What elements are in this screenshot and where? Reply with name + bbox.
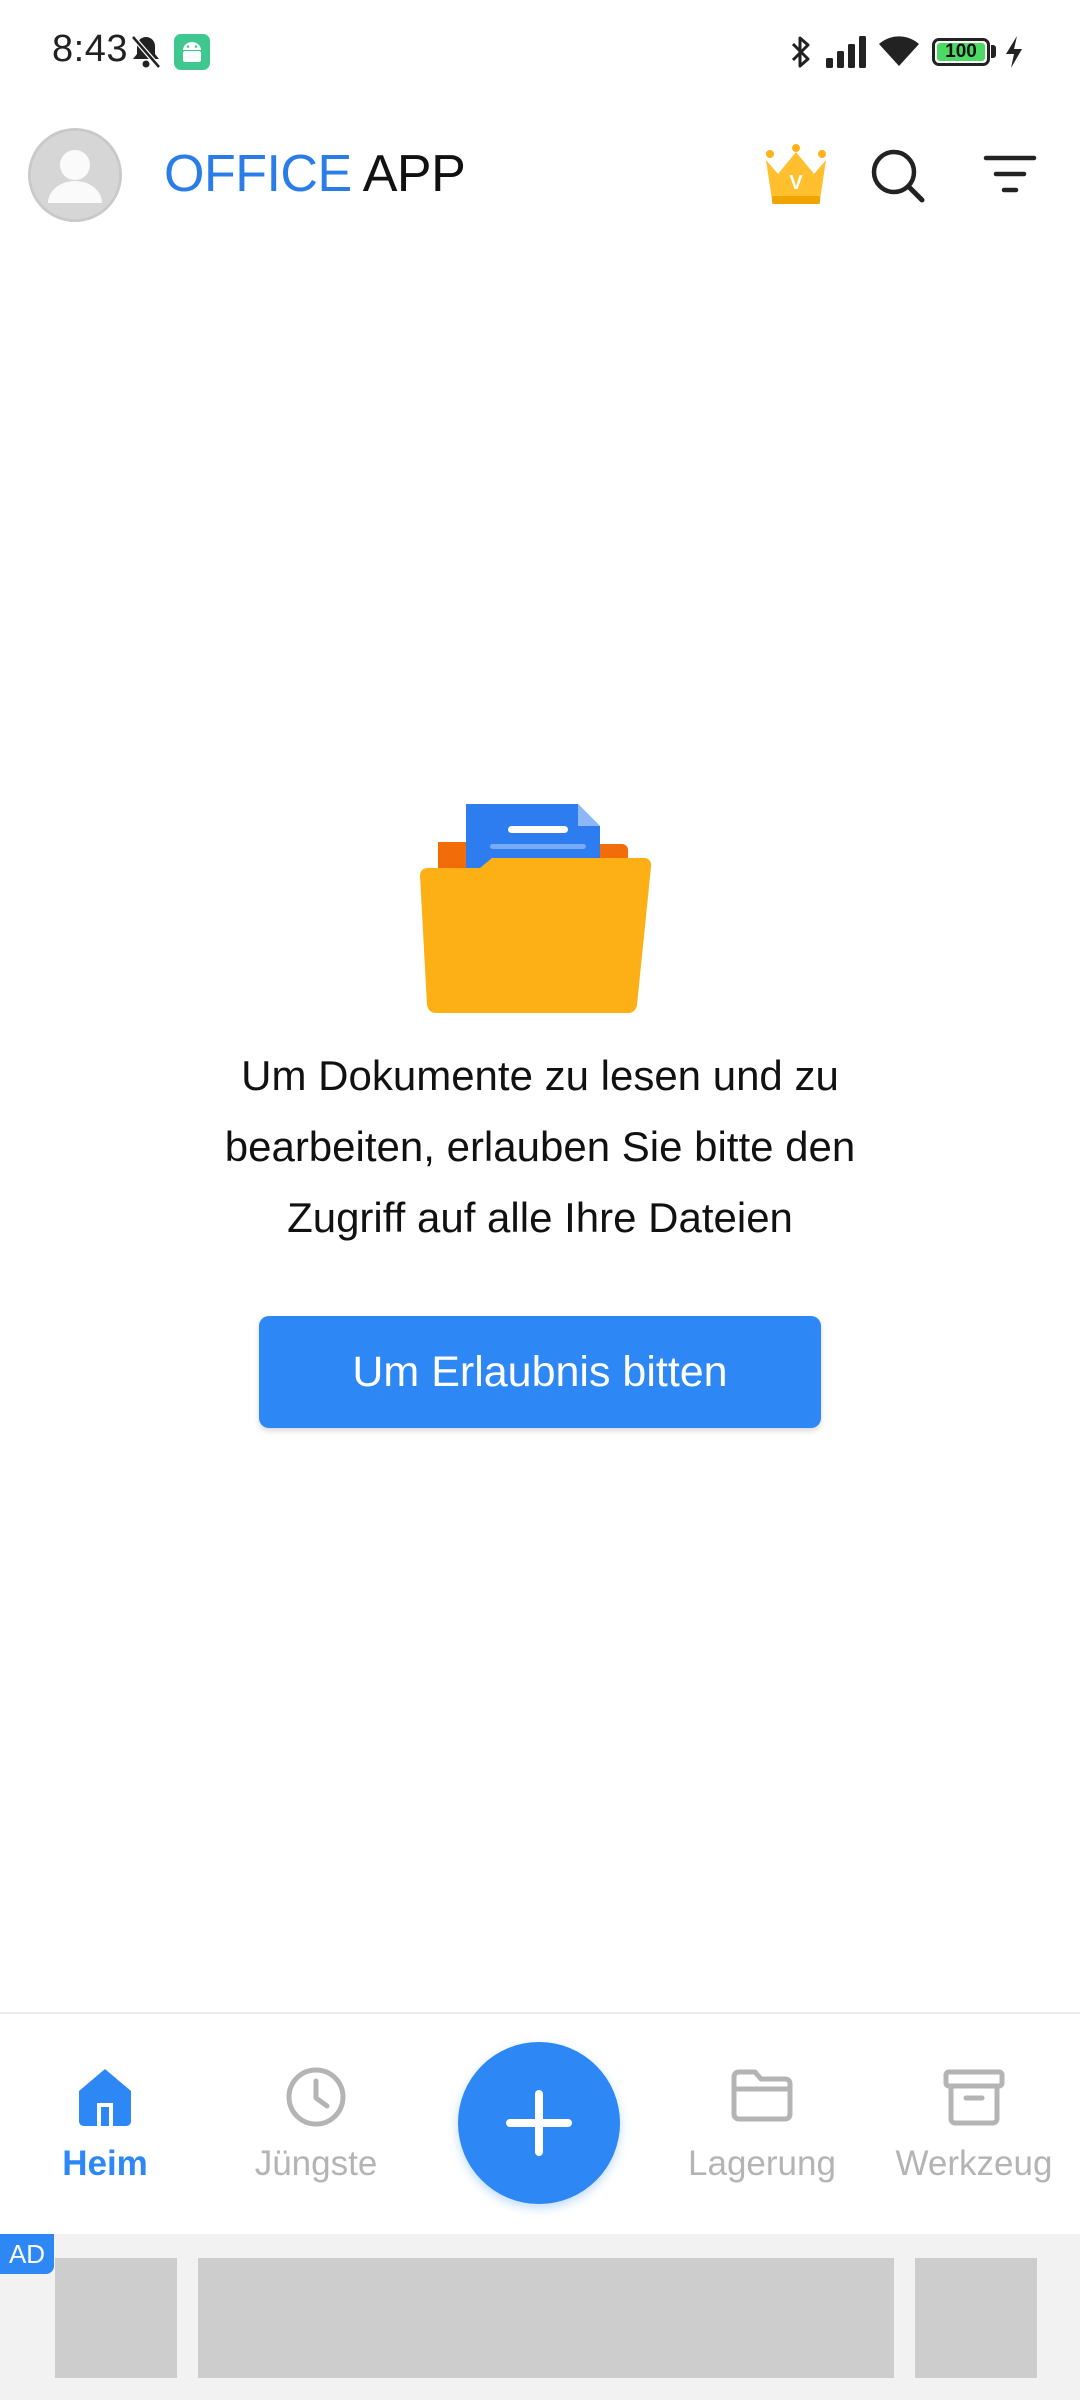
battery-level: 100 [937,41,985,62]
app-header: OFFICE APP V [0,104,1080,244]
permission-message-line-3: Zugriff auf alle Ihre Dateien [287,1194,793,1241]
filter-icon[interactable] [982,150,1038,200]
bell-muted-icon [131,35,161,69]
home-icon [79,2069,131,2126]
permission-message: Um Dokumente zu lesen und zu bearbeiten,… [120,1040,960,1253]
crown-icon[interactable]: V [760,142,832,210]
bluetooth-icon [791,36,810,68]
permission-message-line-2: bearbeiten, erlauben Sie bitte den [224,1123,856,1170]
ad-action-placeholder[interactable] [915,2258,1037,2378]
status-bar: 8:43 100 [0,0,1080,104]
app-title-app: APP [362,145,466,203]
nav-item-storage[interactable]: Lagerung [672,2014,852,2236]
nav-label-storage: Lagerung [688,2144,836,2183]
android-icon [174,34,210,70]
crown-letter: V [789,172,803,194]
app-title: OFFICE APP [164,144,466,204]
search-icon[interactable] [868,146,928,206]
folder-documents-icon [420,804,652,1013]
status-time: 8:43 [52,28,128,70]
ad-image-placeholder[interactable] [55,2258,177,2378]
clock-icon [286,2067,346,2127]
battery-tip [991,45,996,58]
nav-item-recent[interactable]: Jüngste [236,2014,396,2236]
ad-banner[interactable]: AD [0,2234,1080,2400]
nav-label-recent: Jüngste [254,2144,378,2183]
plus-icon [506,2090,572,2156]
ad-content-placeholder[interactable] [198,2258,894,2378]
nav-label-home: Heim [62,2144,148,2183]
folder-icon [731,2069,793,2122]
nav-label-tools: Werkzeug [895,2144,1053,2183]
wifi-icon [879,36,919,66]
app-title-office: OFFICE [164,145,352,203]
signal-icon [826,36,866,68]
request-permission-button[interactable]: Um Erlaubnis bitten [259,1316,821,1428]
nav-item-tools[interactable]: Werkzeug [882,2014,1066,2236]
add-button[interactable] [458,2042,620,2204]
archive-icon [943,2069,1005,2126]
ad-badge: AD [0,2234,54,2274]
charging-icon [1006,36,1022,68]
avatar[interactable] [28,128,122,222]
avatar-icon [31,131,119,219]
nav-item-home[interactable]: Heim [30,2014,180,2236]
permission-message-line-1: Um Dokumente zu lesen und zu [241,1052,839,1099]
bottom-navigation: Heim Jüngste Lagerung Werkzeug [0,2012,1080,2234]
battery-icon: 100 [932,38,990,66]
